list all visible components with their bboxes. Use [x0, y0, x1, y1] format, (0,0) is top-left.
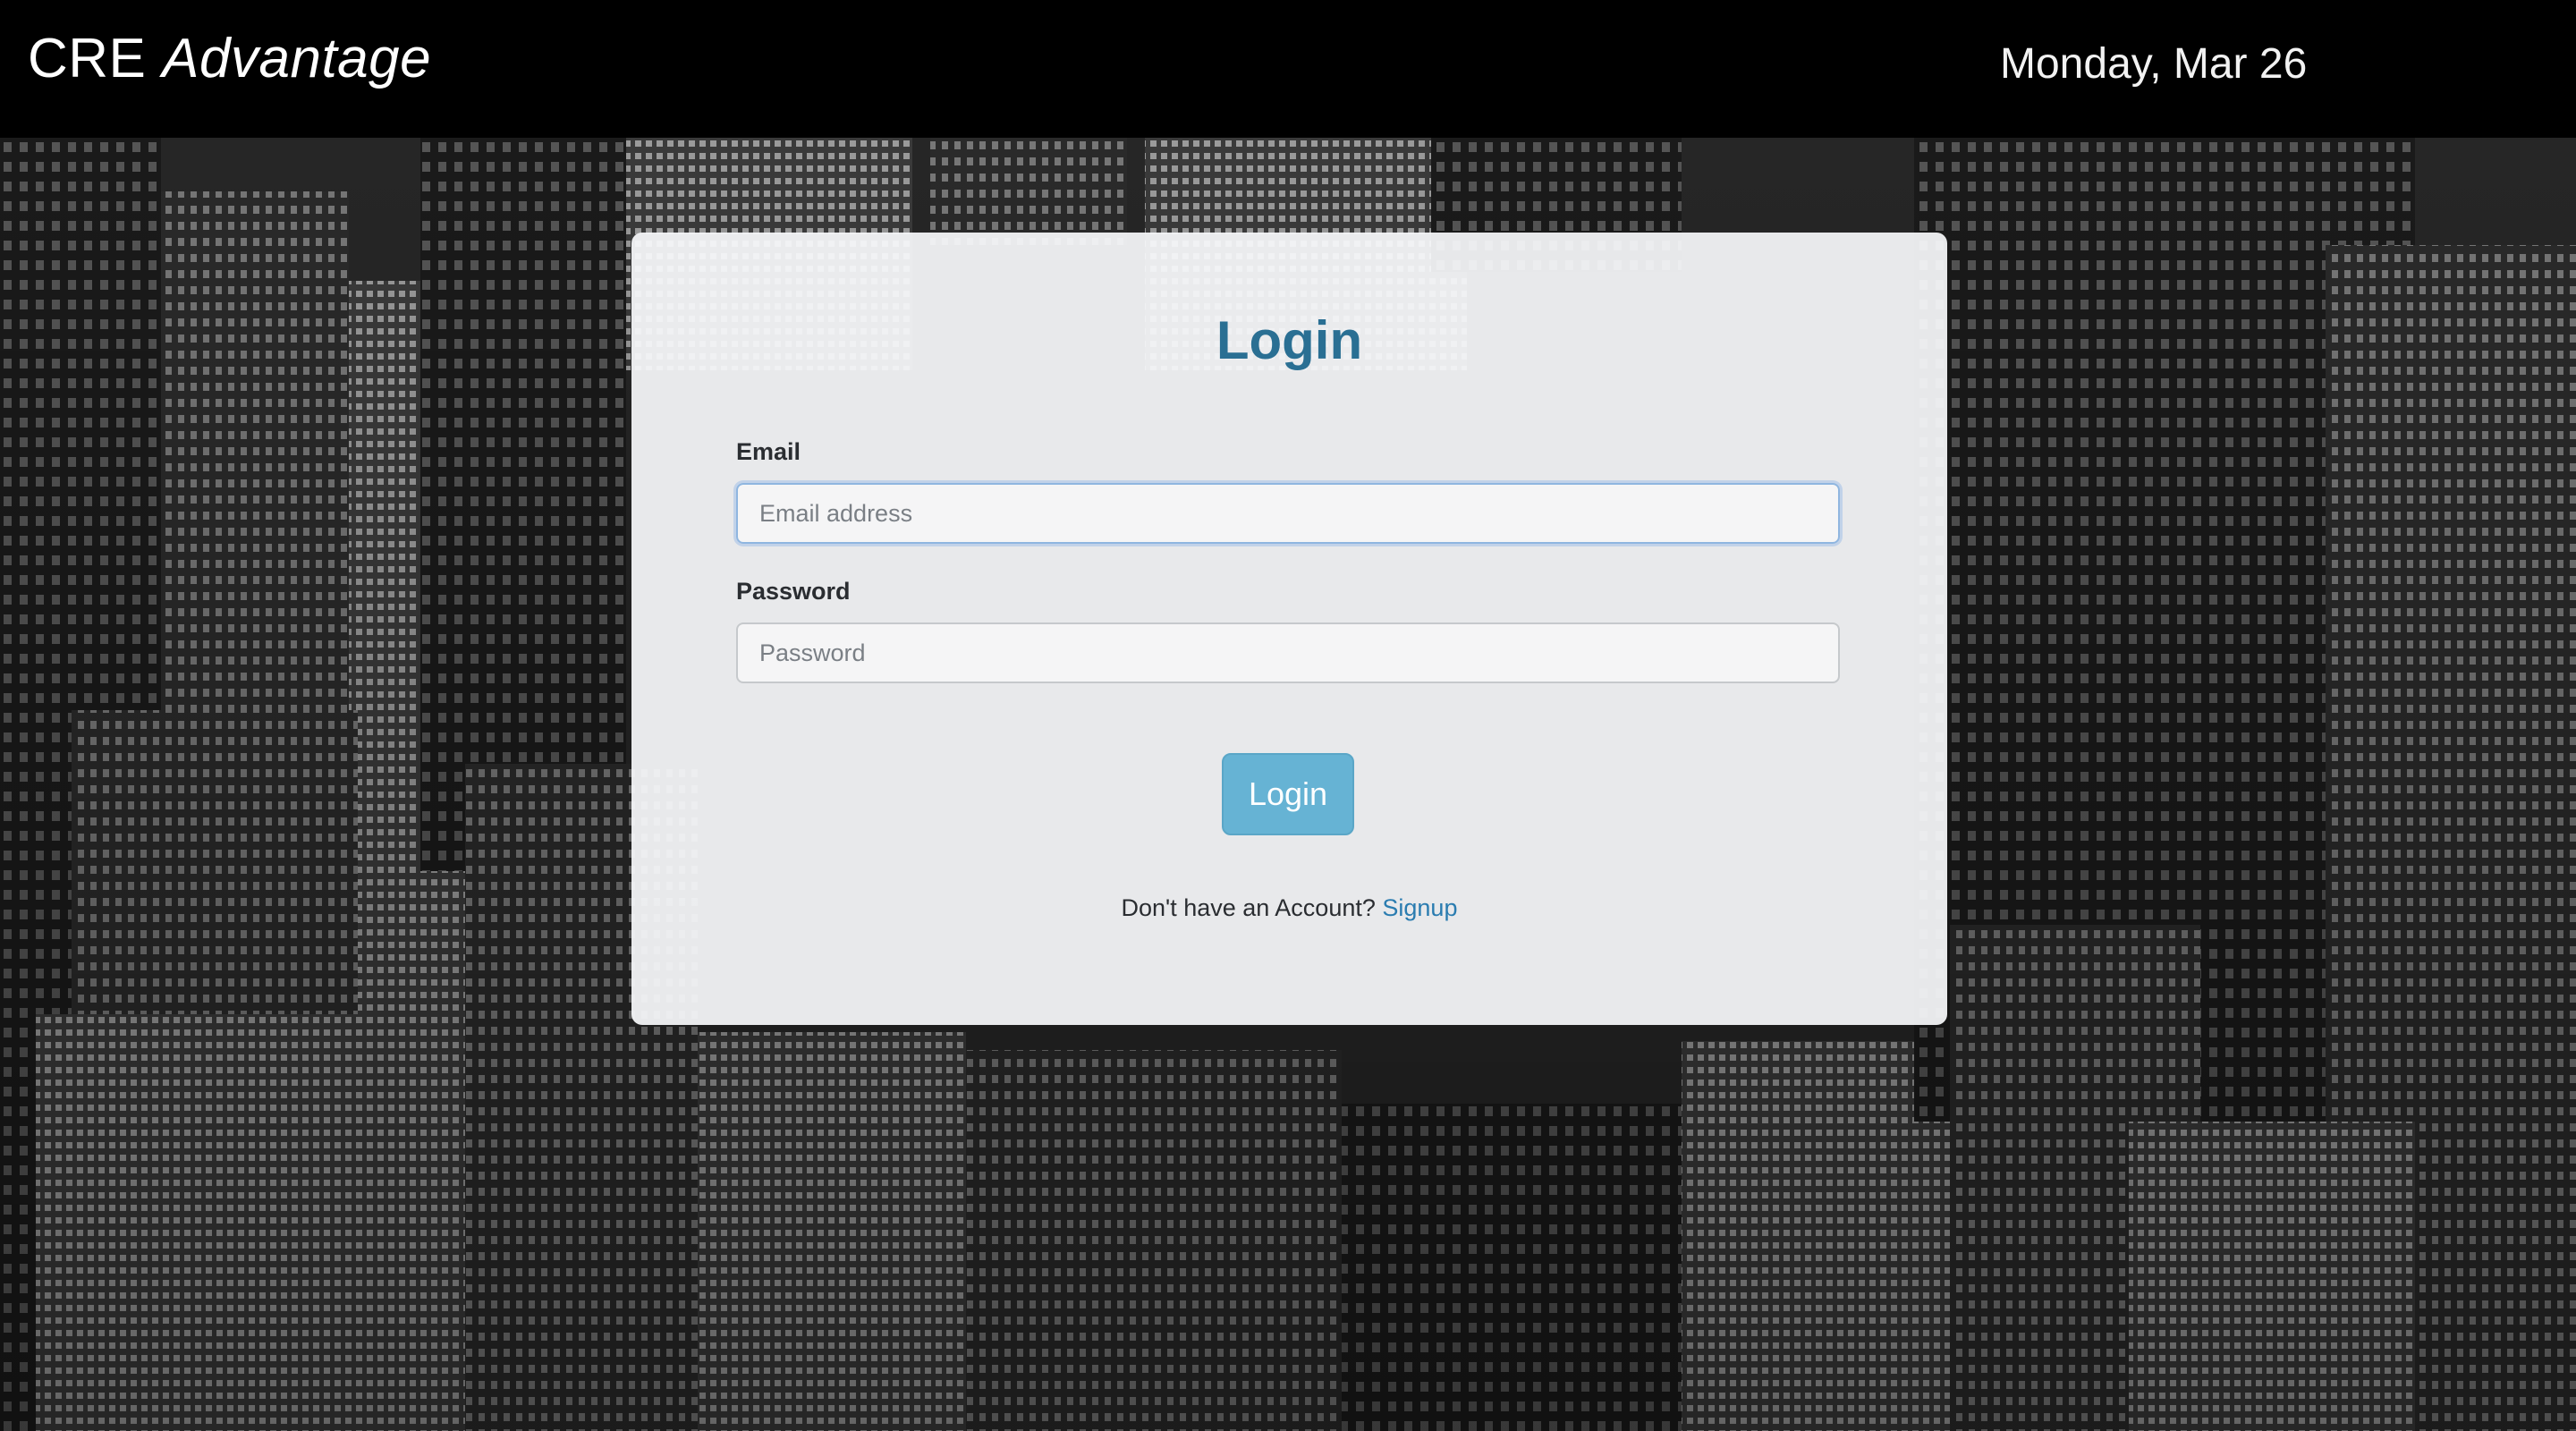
top-header: CRE Advantage Monday, Mar 26 — [0, 0, 2576, 138]
current-date: Monday, Mar 26 — [2000, 40, 2308, 88]
signup-prompt: Don't have an Account? — [1121, 894, 1376, 921]
password-label: Password — [736, 578, 851, 605]
email-field[interactable] — [736, 483, 1840, 544]
signup-link[interactable]: Signup — [1382, 894, 1457, 921]
password-field[interactable] — [736, 622, 1840, 683]
login-button[interactable]: Login — [1222, 753, 1354, 835]
brand-prefix: CRE — [28, 28, 147, 89]
signup-row: Don't have an Account? Signup — [631, 894, 1947, 922]
brand-suffix: Advantage — [162, 28, 432, 89]
brand-logo[interactable]: CRE Advantage — [28, 27, 431, 90]
login-title: Login — [1216, 310, 1363, 370]
login-card: Login Email Password Login Don't have an… — [631, 233, 1947, 1025]
email-label: Email — [736, 438, 801, 465]
